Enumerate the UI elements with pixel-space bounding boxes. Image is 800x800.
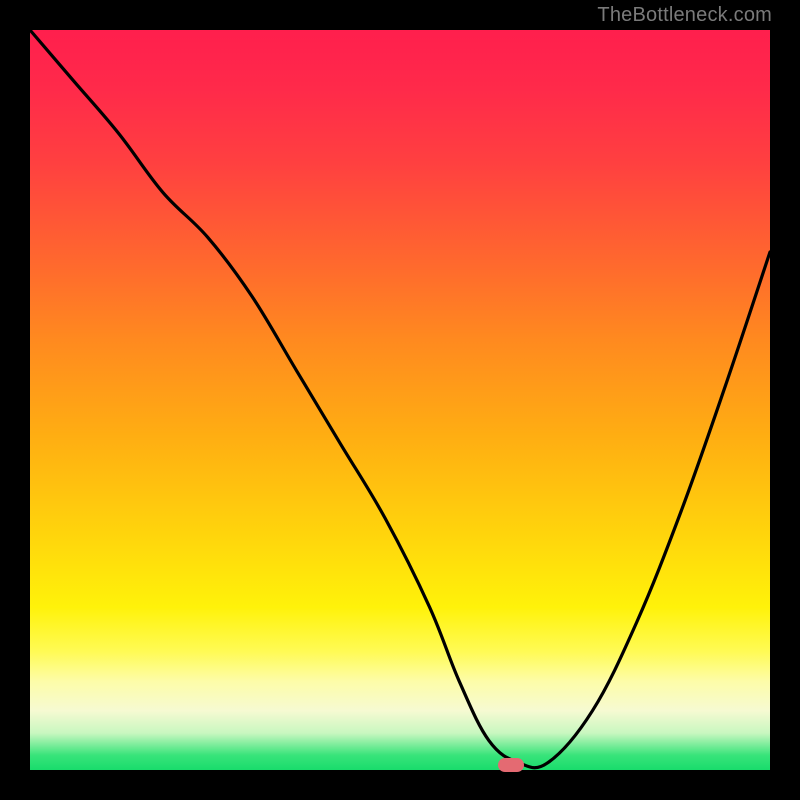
bottleneck-curve xyxy=(30,30,770,770)
watermark-text: TheBottleneck.com xyxy=(597,4,772,27)
bottleneck-marker xyxy=(498,758,524,772)
chart-frame: TheBottleneck.com xyxy=(0,0,800,800)
